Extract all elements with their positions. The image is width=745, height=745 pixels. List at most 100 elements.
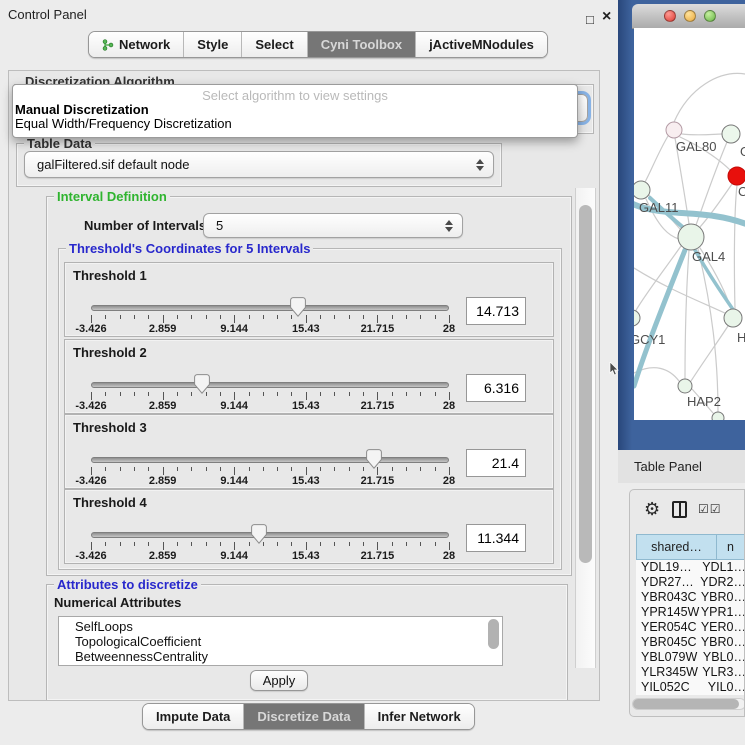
table-data-combobox[interactable]: galFiltered.sif default node: [24, 151, 494, 178]
dropdown-option[interactable]: Equal Width/Frequency Discretization: [13, 117, 577, 131]
numerical-attributes-list[interactable]: SelfLoopsTopologicalCoefficientBetweenne…: [58, 616, 503, 666]
network-edge[interactable]: [682, 134, 722, 135]
threshold-1-box: Threshold 1-3.4262.8599.14415.4321.71528…: [64, 262, 554, 337]
threshold-value-field[interactable]: 21.4: [466, 449, 526, 477]
minimize-traffic-light[interactable]: [684, 10, 696, 22]
table-rows[interactable]: YDL19…YDL1…YDR27…YDR2…YBR043CYBR0…YPR145…: [636, 560, 745, 695]
table-row[interactable]: YDR27…YDR2…: [636, 575, 745, 590]
slider-tick-label: 28: [443, 475, 455, 487]
algorithm-dropdown-popup: Select algorithm to view settings Manual…: [12, 84, 578, 138]
table-row[interactable]: YLR345WYLR3…: [636, 665, 745, 680]
threshold-value-field[interactable]: 11.344: [466, 524, 526, 552]
slider-thumb[interactable]: [290, 297, 306, 317]
slider-tick-label: -3.426: [75, 550, 106, 562]
network-icon: [102, 39, 114, 51]
network-edge[interactable]: [645, 136, 668, 182]
slider-thumb[interactable]: [194, 374, 210, 394]
column-header-0[interactable]: shared…: [636, 534, 717, 560]
zoom-traffic-light[interactable]: [704, 10, 716, 22]
table-cell: YIL052C: [636, 680, 708, 695]
table-row[interactable]: YBR043CYBR0…: [636, 590, 745, 605]
GAL4-node[interactable]: [678, 224, 704, 250]
slider-track[interactable]: [91, 305, 449, 311]
GAL11-node[interactable]: [634, 181, 650, 199]
network-edge[interactable]: [685, 250, 689, 379]
table-cell: YDR27…: [636, 575, 700, 590]
number-of-intervals-combobox[interactable]: 5: [203, 213, 463, 238]
network-canvas[interactable]: GAL80GAL11GAL4GCY1HAP2HCG: [634, 28, 745, 420]
GCY1-node[interactable]: [634, 310, 640, 326]
float-icon[interactable]: □: [586, 13, 594, 27]
network-edge[interactable]: [634, 250, 685, 386]
slider-track[interactable]: [91, 382, 449, 388]
tab-label: Style: [197, 37, 228, 52]
list-item[interactable]: SelfLoops: [59, 619, 502, 634]
table-cell: YPR1…: [701, 605, 745, 620]
numerical-attributes-label: Numerical Attributes: [54, 595, 181, 610]
attributes-group-label: Attributes to discretize: [54, 577, 201, 592]
column-header-1[interactable]: n: [717, 534, 745, 560]
tab-cyni-toolbox[interactable]: Cyni Toolbox: [307, 32, 415, 57]
threshold-label: Threshold 2: [73, 345, 147, 360]
slider-track[interactable]: [91, 457, 449, 463]
split-columns-icon[interactable]: [672, 501, 687, 518]
close-traffic-light[interactable]: [664, 10, 676, 22]
top-right-node[interactable]: [722, 125, 740, 143]
tab-label: Cyni Toolbox: [321, 37, 402, 52]
tab-infer-network[interactable]: Infer Network: [364, 704, 474, 729]
slider-tick-label: 2.859: [149, 475, 177, 487]
node-label: G: [740, 144, 745, 159]
table-hscrollbar-thumb[interactable]: [633, 699, 739, 709]
panel-title: Control Panel: [8, 7, 87, 22]
threshold-value-field[interactable]: 6.316: [466, 374, 526, 402]
node-table-panel: ⚙ ☑☑ shared…n YDL19…YDL1…YDR27…YDR2…YBR0…: [629, 489, 745, 717]
table-row[interactable]: YDL19…YDL1…: [636, 560, 745, 575]
slider-tick-label: 9.144: [220, 323, 248, 335]
table-cell: YBL0…: [703, 650, 745, 665]
cyni-mode-tabs: Impute DataDiscretize DataInfer Network: [142, 703, 475, 730]
network-edge[interactable]: [674, 73, 745, 122]
table-row[interactable]: YBR045CYBR0…: [636, 635, 745, 650]
slider-tick-label: 21.715: [361, 475, 395, 487]
HAP2-node[interactable]: [678, 379, 692, 393]
red-node[interactable]: [728, 167, 745, 185]
tab-select[interactable]: Select: [241, 32, 306, 57]
table-row[interactable]: YER054CYER0…: [636, 620, 745, 635]
list-scrollbar[interactable]: [488, 619, 499, 649]
table-row[interactable]: YPR145WYPR1…: [636, 605, 745, 620]
slider-tick-label: -3.426: [75, 400, 106, 412]
table-cell: YBR0…: [701, 635, 745, 650]
close-icon[interactable]: ×: [602, 10, 611, 24]
mouse-cursor: [609, 362, 619, 376]
tab-impute-data[interactable]: Impute Data: [143, 704, 243, 729]
table-header-row[interactable]: shared…n: [636, 534, 745, 560]
list-item[interactable]: TopologicalCoefficient: [59, 634, 502, 649]
slider-thumb[interactable]: [251, 524, 267, 544]
tab-discretize-data[interactable]: Discretize Data: [243, 704, 363, 729]
slider-track[interactable]: [91, 532, 449, 538]
list-item[interactable]: BetweennessCentrality: [59, 649, 502, 664]
tab-jactivemnodules[interactable]: jActiveMNodules: [415, 32, 547, 57]
threshold-label: Threshold 1: [73, 268, 147, 283]
network-edge[interactable]: [691, 326, 728, 381]
network-edge[interactable]: [734, 185, 737, 309]
table-row[interactable]: YIL052CYIL0…: [636, 680, 745, 695]
slider-thumb[interactable]: [366, 449, 382, 469]
node-label: C: [738, 184, 745, 199]
right-node[interactable]: [724, 309, 742, 327]
network-window-titlebar[interactable]: [632, 4, 745, 29]
GAL80-node[interactable]: [666, 122, 682, 138]
select-columns-icon[interactable]: ☑☑: [698, 502, 722, 516]
table-cell: YBR045C: [636, 635, 701, 650]
threshold-value-field[interactable]: 14.713: [466, 297, 526, 325]
dropdown-option[interactable]: Manual Discretization: [13, 103, 577, 117]
tab-style[interactable]: Style: [183, 32, 241, 57]
panel-scrollbar-thumb[interactable]: [579, 205, 592, 563]
gear-icon[interactable]: ⚙: [644, 499, 660, 520]
tab-network[interactable]: Network: [89, 32, 183, 57]
table-cell: YER054C: [636, 620, 701, 635]
table-row[interactable]: YBL079WYBL0…: [636, 650, 745, 665]
apply-button[interactable]: Apply: [250, 670, 308, 691]
bottom-node[interactable]: [712, 412, 724, 420]
table-data-value: galFiltered.sif default node: [37, 157, 189, 172]
